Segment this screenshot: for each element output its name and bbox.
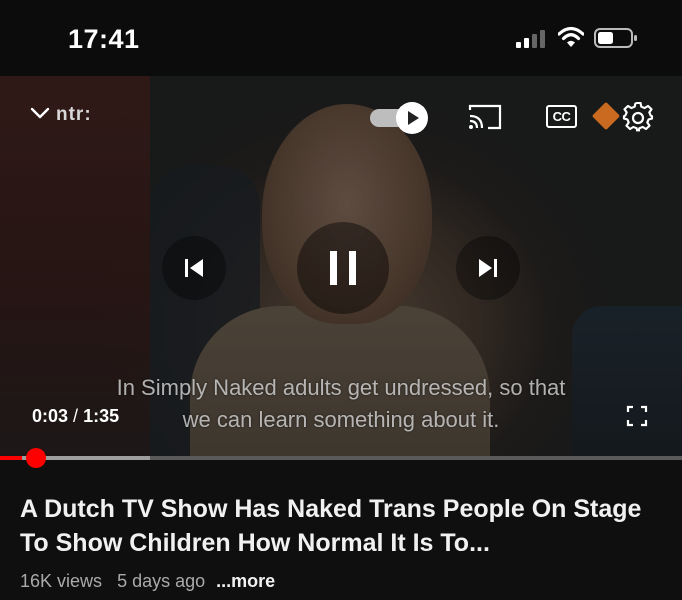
upload-date: 5 days ago [117,571,206,591]
video-player[interactable]: ntr: CC In Simply Naked adults get undre… [0,76,682,456]
pause-icon [330,251,356,285]
next-button[interactable] [456,236,520,300]
gear-icon[interactable] [622,102,654,134]
battery-icon [594,28,637,48]
previous-button[interactable] [162,236,226,300]
subtitle-caption: In Simply Naked adults get undressed, so… [116,375,566,432]
cast-icon[interactable] [468,104,502,130]
progress-bar[interactable] [0,456,682,460]
progress-played [0,456,22,460]
skip-previous-icon [185,259,203,277]
channel-logo: ntr: [56,104,92,125]
wifi-icon [558,26,584,47]
pause-button[interactable] [297,222,389,314]
time-display: 0:03 / 1:35 [32,406,119,427]
fullscreen-icon[interactable] [626,405,648,427]
view-count: 16K views [20,571,103,591]
autoplay-toggle[interactable] [370,102,428,134]
autoplay-toggle-icon [396,102,428,134]
closed-captions-icon[interactable]: CC [546,105,577,128]
time-separator: / [73,406,79,426]
video-metadata: 16K views 5 days ago ...more [20,571,275,592]
status-bar: 17:41 [0,0,682,76]
chevron-down-icon[interactable] [30,106,50,120]
progress-scrubber-handle[interactable] [25,448,46,468]
progress-buffered [0,456,151,460]
cellular-signal-icon [516,30,545,48]
video-title[interactable]: A Dutch TV Show Has Naked Trans People O… [20,492,660,560]
duration: 1:35 [83,406,120,426]
more-link[interactable]: ...more [216,571,275,591]
current-time: 0:03 [32,406,69,426]
skip-next-icon [479,259,497,277]
status-time: 17:41 [68,24,140,54]
